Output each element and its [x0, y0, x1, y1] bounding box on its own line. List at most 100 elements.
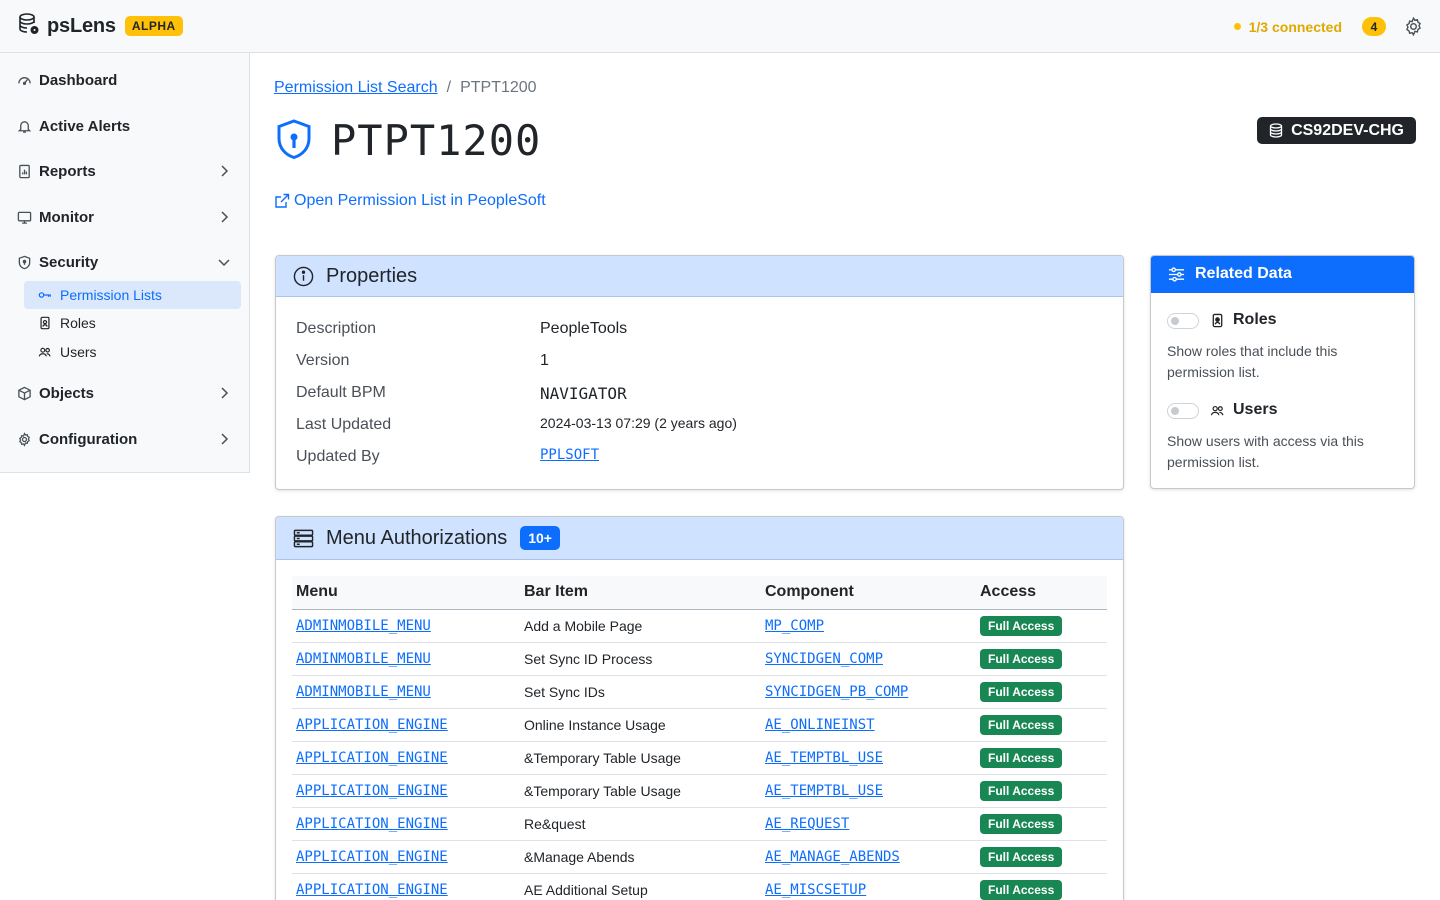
access-badge: Full Access: [980, 648, 1063, 669]
component-link[interactable]: SYNCIDGEN_PB_COMP: [765, 684, 908, 700]
sidebar-item-label: Active Alerts: [39, 117, 131, 135]
column-header-menu[interactable]: Menu: [292, 576, 520, 610]
sidebar-item-label: Dashboard: [39, 71, 118, 89]
sidebar-item-objects[interactable]: Objects: [0, 373, 249, 413]
shield-icon: [16, 254, 32, 270]
table-row: APPLICATION_ENGINE &Manage Abends AE_MANAG…: [292, 840, 1107, 874]
gear-icon: [16, 431, 32, 447]
component-link[interactable]: AE_REQUEST: [765, 816, 849, 832]
menu-link[interactable]: APPLICATION_ENGINE: [296, 816, 448, 832]
component-link[interactable]: AE_TEMPTBL_USE: [765, 750, 883, 766]
notification-count-badge[interactable]: 4: [1362, 17, 1386, 36]
menu-link[interactable]: APPLICATION_ENGINE: [296, 783, 448, 799]
bar-item-cell: &Manage Abends: [520, 840, 761, 874]
info-circle-icon: [292, 265, 314, 287]
access-cell: Full Access: [976, 840, 1107, 874]
roles-title: Roles: [1233, 311, 1277, 328]
component-cell: SYNCIDGEN_COMP: [761, 642, 976, 676]
access-cell: Full Access: [976, 774, 1107, 808]
component-cell: AE_MISCSETUP: [761, 873, 976, 900]
access-badge: Full Access: [980, 681, 1063, 702]
connection-status[interactable]: 1/3 connected: [1249, 19, 1342, 35]
environment-name: CS92DEV-CHG: [1291, 121, 1404, 139]
component-link[interactable]: AE_TEMPTBL_USE: [765, 783, 883, 799]
menu-link[interactable]: ADMINMOBILE_MENU: [296, 651, 431, 667]
sidebar-subitem-permission-lists[interactable]: Permission Lists: [24, 281, 241, 309]
menu-cell: ADMINMOBILE_MENU: [292, 675, 520, 709]
breadcrumb: Permission List Search / PTPT1200: [274, 79, 537, 97]
component-link[interactable]: MP_COMP: [765, 618, 824, 634]
menu-link[interactable]: APPLICATION_ENGINE: [296, 882, 448, 898]
badge-icon: [1209, 312, 1225, 328]
brand[interactable]: psLens ALPHA: [18, 12, 183, 41]
sidebar-item-label: Reports: [39, 162, 96, 180]
access-cell: Full Access: [976, 609, 1107, 643]
menu-link[interactable]: APPLICATION_ENGINE: [296, 750, 448, 766]
chevron-down-icon: [218, 259, 230, 267]
menu-cell: APPLICATION_ENGINE: [292, 741, 520, 775]
component-link[interactable]: AE_ONLINEINST: [765, 717, 875, 733]
sidebar: Dashboard Active Alerts Reports Monitor …: [0, 53, 250, 473]
sidebar-subitem-roles[interactable]: Roles: [24, 309, 241, 337]
breadcrumb-separator: /: [446, 79, 452, 96]
column-header-access[interactable]: Access: [976, 576, 1107, 610]
component-link[interactable]: SYNCIDGEN_COMP: [765, 651, 883, 667]
sidebar-item-dashboard[interactable]: Dashboard: [0, 60, 249, 100]
component-link[interactable]: AE_MISCSETUP: [765, 882, 866, 898]
property-value-last-updated: 2024-03-13 07:29 (2 years ago): [540, 415, 737, 431]
external-link-icon: [275, 193, 290, 208]
menu-authorizations-header: Menu Authorizations 10+: [276, 517, 1123, 560]
menu-cell: ADMINMOBILE_MENU: [292, 642, 520, 676]
property-label: Default BPM: [296, 384, 386, 401]
column-header-component[interactable]: Component: [761, 576, 976, 610]
menu-link[interactable]: APPLICATION_ENGINE: [296, 849, 448, 865]
chevron-right-icon: [221, 387, 229, 399]
box-icon: [16, 385, 32, 401]
breadcrumb-link-permission-list-search[interactable]: Permission List Search: [274, 79, 438, 97]
bell-icon: [16, 118, 32, 134]
shield-lock-icon: [277, 118, 311, 159]
sidebar-subitem-users[interactable]: Users: [24, 338, 241, 366]
menu-link[interactable]: ADMINMOBILE_MENU: [296, 684, 431, 700]
menu-link[interactable]: ADMINMOBILE_MENU: [296, 618, 431, 634]
roles-toggle-switch[interactable]: [1167, 313, 1199, 329]
bar-item-cell: &Temporary Table Usage: [520, 774, 761, 808]
table-row: APPLICATION_ENGINE AE Additional Setup AE_…: [292, 873, 1107, 900]
database-gear-icon: [18, 12, 40, 41]
properties-title: Properties: [326, 264, 418, 287]
menu-cell: ADMINMOBILE_MENU: [292, 609, 520, 643]
sidebar-item-security[interactable]: Security: [0, 242, 249, 282]
component-link[interactable]: AE_MANAGE_ABENDS: [765, 849, 900, 865]
sidebar-item-monitor[interactable]: Monitor: [0, 197, 249, 237]
users-description: Show users with access via this permissi…: [1167, 433, 1364, 470]
users-title: Users: [1233, 401, 1278, 418]
users-icon: [1209, 402, 1225, 418]
sidebar-item-active-alerts[interactable]: Active Alerts: [0, 106, 249, 146]
sidebar-item-label: Objects: [39, 384, 95, 402]
key-icon: [38, 288, 52, 302]
menu-authorizations-table: Menu Bar Item Component Access ADMINMOBI…: [292, 576, 1107, 900]
connection-status-dot: [1233, 23, 1241, 30]
updated-by-user-link[interactable]: PPLSOFT: [540, 447, 599, 463]
table-row: APPLICATION_ENGINE &Temporary Table Usage…: [292, 774, 1107, 808]
sidebar-item-reports[interactable]: Reports: [0, 151, 249, 191]
bar-item-cell: &Temporary Table Usage: [520, 741, 761, 775]
properties-card: Properties Description PeopleTools Versi…: [275, 255, 1124, 490]
menu-link[interactable]: APPLICATION_ENGINE: [296, 717, 448, 733]
sidebar-subitem-label: Permission Lists: [60, 287, 162, 303]
component-cell: MP_COMP: [761, 609, 976, 643]
access-badge: Full Access: [980, 747, 1063, 768]
sidebar-item-configuration[interactable]: Configuration: [0, 419, 249, 459]
open-in-peoplesoft-label: Open Permission List in PeopleSoft: [294, 192, 546, 209]
menu-cell: APPLICATION_ENGINE: [292, 840, 520, 874]
bar-item-cell: Add a Mobile Page: [520, 609, 761, 643]
open-in-peoplesoft-link[interactable]: Open Permission List in PeopleSoft: [274, 192, 546, 210]
sidebar-item-label: Security: [39, 253, 99, 271]
component-cell: AE_ONLINEINST: [761, 708, 976, 742]
sidebar-subitem-label: Users: [60, 344, 97, 360]
column-header-bar-item[interactable]: Bar Item: [520, 576, 761, 610]
settings-gear-icon[interactable]: [1402, 16, 1424, 38]
app-name: psLens: [47, 14, 116, 37]
menu-authorizations-card: Menu Authorizations 10+ Menu Bar Item Co…: [275, 516, 1124, 900]
users-toggle-switch[interactable]: [1167, 403, 1199, 419]
